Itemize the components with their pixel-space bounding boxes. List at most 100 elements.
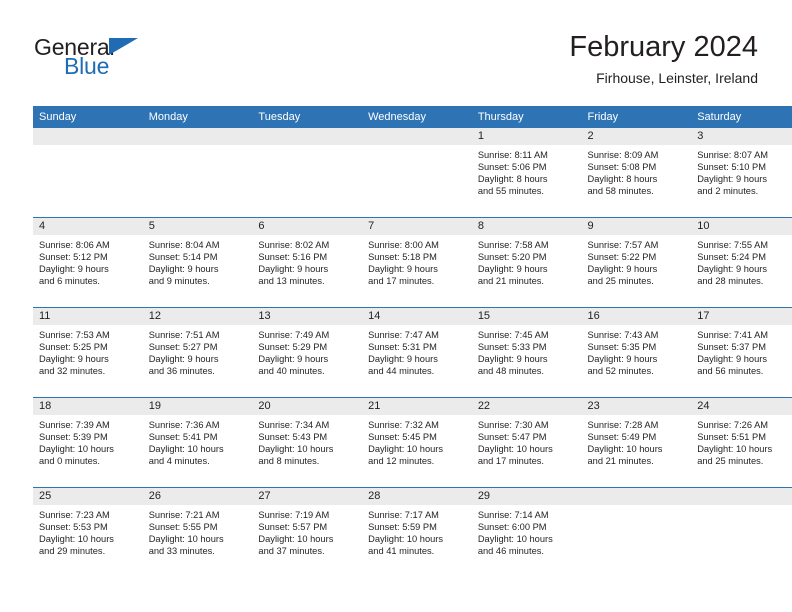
calendar-day-cell[interactable]: 5 Sunrise: 8:04 AM Sunset: 5:14 PM Daylight… (142, 217, 253, 308)
calendar-day-cell[interactable]: 18 Sunrise: 7:39 AM Sunset: 5:39 PM Dayligh… (33, 397, 143, 488)
calendar-day-cell[interactable]: 25 Sunrise: 7:23 AM Sunset: 5:53 PM Dayligh… (33, 487, 143, 577)
day-cell-content: 14 Sunrise: 7:47 AM Sunset: 5:31 PM Dayligh… (362, 308, 472, 397)
sunset-text: Sunset: 5:37 PM (697, 342, 766, 353)
day-cell-content: 29 Sunrise: 7:14 AM Sunset: 6:00 PM Dayligh… (471, 488, 582, 577)
sunset-text: Sunset: 5:45 PM (368, 432, 437, 443)
daylight-text-line1: Daylight: 9 hours (587, 264, 658, 275)
daylight-text-line2: and 32 minutes. (39, 366, 106, 377)
calendar-day-cell[interactable]: 12 Sunrise: 7:51 AM Sunset: 5:27 PM Dayligh… (142, 307, 253, 398)
calendar-day-cell[interactable]: 7 Sunrise: 8:00 AM Sunset: 5:18 PM Daylight… (362, 217, 472, 308)
day-number: 18 (33, 398, 143, 415)
day-sun-info: Sunrise: 7:14 AM Sunset: 6:00 PM Daylight:… (472, 505, 582, 557)
day-sun-info: Sunrise: 8:02 AM Sunset: 5:16 PM Daylight:… (252, 235, 362, 287)
general-blue-logo: General Blue (34, 34, 264, 86)
calendar-day-cell[interactable]: 17 Sunrise: 7:41 AM Sunset: 5:37 PM Dayligh… (691, 307, 792, 398)
day-number: 6 (252, 218, 363, 235)
day-number: 8 (471, 218, 582, 235)
day-cell-content: 24 Sunrise: 7:26 AM Sunset: 5:51 PM Dayligh… (691, 398, 792, 487)
sunrise-text: Sunrise: 7:47 AM (368, 330, 439, 340)
calendar-day-cell[interactable]: 21 Sunrise: 7:32 AM Sunset: 5:45 PM Dayligh… (362, 397, 472, 488)
calendar-day-cell[interactable]: 14 Sunrise: 7:47 AM Sunset: 5:31 PM Dayligh… (362, 307, 472, 398)
day-number: 15 (471, 308, 582, 325)
day-number: 1 (471, 128, 582, 145)
day-cell-content: 13 Sunrise: 7:49 AM Sunset: 5:29 PM Dayligh… (252, 308, 363, 397)
calendar-day-cell[interactable]: 13 Sunrise: 7:49 AM Sunset: 5:29 PM Dayligh… (252, 307, 363, 398)
calendar-day-cell[interactable]: 29 Sunrise: 7:14 AM Sunset: 6:00 PM Dayligh… (471, 487, 582, 577)
daylight-text-line2: and 29 minutes. (39, 546, 106, 557)
sunrise-text: Sunrise: 8:06 AM (39, 240, 110, 250)
sunset-text: Sunset: 5:10 PM (697, 162, 766, 173)
day-sun-info: Sunrise: 7:21 AM Sunset: 5:55 PM Daylight:… (143, 505, 253, 557)
day-sun-info: Sunrise: 7:32 AM Sunset: 5:45 PM Daylight:… (362, 415, 472, 467)
sunrise-text: Sunrise: 8:09 AM (587, 150, 659, 160)
weekday-header-sunday: Sunday (33, 106, 143, 128)
day-number: 2 (581, 128, 692, 145)
daylight-text-line2: and 48 minutes. (477, 366, 544, 377)
daylight-text-line1: Daylight: 8 hours (587, 174, 658, 185)
calendar-day-cell[interactable]: 9 Sunrise: 7:57 AM Sunset: 5:22 PM Daylight… (581, 217, 692, 308)
day-number: 28 (362, 488, 472, 505)
daylight-text-line2: and 36 minutes. (148, 366, 215, 377)
day-sun-info: Sunrise: 7:49 AM Sunset: 5:29 PM Daylight:… (252, 325, 362, 377)
calendar-day-cell[interactable]: 15 Sunrise: 7:45 AM Sunset: 5:33 PM Dayligh… (471, 307, 582, 398)
sunset-text: Sunset: 5:35 PM (587, 342, 657, 353)
day-number: 13 (252, 308, 363, 325)
calendar-day-cell[interactable]: 26 Sunrise: 7:21 AM Sunset: 5:55 PM Dayligh… (142, 487, 253, 577)
day-cell-content: 27 Sunrise: 7:19 AM Sunset: 5:57 PM Dayligh… (252, 488, 363, 577)
day-sun-info: Sunrise: 8:07 AM Sunset: 5:10 PM Daylight:… (691, 145, 792, 197)
calendar-day-cell (581, 487, 692, 577)
sunset-text: Sunset: 5:29 PM (258, 342, 328, 353)
calendar-day-cell[interactable]: 10 Sunrise: 7:55 AM Sunset: 5:24 PM Dayligh… (691, 217, 792, 308)
sunset-text: Sunset: 5:24 PM (697, 252, 766, 263)
day-number: 25 (33, 488, 143, 505)
calendar-day-cell[interactable]: 2 Sunrise: 8:09 AM Sunset: 5:08 PM Daylight… (581, 128, 692, 218)
weekday-header-tuesday: Tuesday (252, 106, 363, 128)
calendar-day-cell[interactable]: 4 Sunrise: 8:06 AM Sunset: 5:12 PM Daylight… (33, 217, 143, 308)
day-number (142, 128, 253, 145)
calendar-day-cell[interactable]: 19 Sunrise: 7:36 AM Sunset: 5:41 PM Dayligh… (142, 397, 253, 488)
day-number: 7 (362, 218, 472, 235)
calendar-day-cell[interactable]: 23 Sunrise: 7:28 AM Sunset: 5:49 PM Dayligh… (581, 397, 692, 488)
calendar-day-cell[interactable]: 6 Sunrise: 8:02 AM Sunset: 5:16 PM Daylight… (252, 217, 363, 308)
calendar-day-cell[interactable]: 8 Sunrise: 7:58 AM Sunset: 5:20 PM Daylight… (471, 217, 582, 308)
daylight-text-line2: and 12 minutes. (368, 456, 435, 467)
calendar-day-cell[interactable]: 27 Sunrise: 7:19 AM Sunset: 5:57 PM Dayligh… (252, 487, 363, 577)
day-cell-content: 11 Sunrise: 7:53 AM Sunset: 5:25 PM Dayligh… (33, 308, 143, 397)
day-cell-content: 10 Sunrise: 7:55 AM Sunset: 5:24 PM Dayligh… (691, 218, 792, 307)
day-number: 19 (142, 398, 253, 415)
calendar-day-cell[interactable]: 11 Sunrise: 7:53 AM Sunset: 5:25 PM Dayligh… (33, 307, 143, 398)
day-cell-content: 26 Sunrise: 7:21 AM Sunset: 5:55 PM Dayligh… (142, 488, 253, 577)
daylight-text-line1: Daylight: 9 hours (477, 264, 548, 275)
daylight-text-line2: and 41 minutes. (368, 546, 435, 557)
sunset-text: Sunset: 6:00 PM (477, 522, 547, 533)
calendar-day-cell[interactable]: 16 Sunrise: 7:43 AM Sunset: 5:35 PM Dayligh… (581, 307, 692, 398)
calendar-day-cell[interactable]: 22 Sunrise: 7:30 AM Sunset: 5:47 PM Dayligh… (471, 397, 582, 488)
calendar-day-cell[interactable]: 1 Sunrise: 8:11 AM Sunset: 5:06 PM Daylight… (471, 128, 582, 218)
weekday-header-wednesday: Wednesday (362, 106, 472, 128)
day-cell-content: 8 Sunrise: 7:58 AM Sunset: 5:20 PM Daylight… (471, 218, 582, 307)
sunset-text: Sunset: 5:25 PM (39, 342, 108, 353)
day-sun-info: Sunrise: 7:17 AM Sunset: 5:59 PM Daylight:… (362, 505, 472, 557)
sunrise-text: Sunrise: 8:04 AM (148, 240, 220, 250)
day-sun-info: Sunrise: 8:04 AM Sunset: 5:14 PM Daylight:… (143, 235, 253, 287)
sunrise-text: Sunrise: 8:11 AM (477, 150, 548, 160)
sunrise-text: Sunrise: 7:26 AM (697, 420, 769, 430)
daylight-text-line2: and 17 minutes. (368, 276, 435, 287)
calendar-day-cell[interactable]: 20 Sunrise: 7:34 AM Sunset: 5:43 PM Dayligh… (252, 397, 363, 488)
calendar-day-cell[interactable]: 28 Sunrise: 7:17 AM Sunset: 5:59 PM Dayligh… (362, 487, 472, 577)
sunset-text: Sunset: 5:16 PM (258, 252, 328, 263)
weekday-header-friday: Friday (581, 106, 692, 128)
day-number: 24 (691, 398, 792, 415)
day-number: 11 (33, 308, 143, 325)
day-number: 17 (691, 308, 792, 325)
sunrise-text: Sunrise: 7:36 AM (148, 420, 220, 430)
calendar-day-cell[interactable]: 3 Sunrise: 8:07 AM Sunset: 5:10 PM Daylight… (691, 128, 792, 218)
sunset-text: Sunset: 5:39 PM (39, 432, 108, 443)
calendar-day-cell (142, 128, 253, 218)
calendar-day-cell[interactable]: 24 Sunrise: 7:26 AM Sunset: 5:51 PM Dayligh… (691, 397, 792, 488)
daylight-text-line1: Daylight: 10 hours (258, 444, 334, 455)
day-sun-info: Sunrise: 7:36 AM Sunset: 5:41 PM Daylight:… (143, 415, 253, 467)
sunset-text: Sunset: 5:12 PM (39, 252, 108, 263)
triangle-icon (109, 38, 138, 55)
sunset-text: Sunset: 5:57 PM (258, 522, 328, 533)
